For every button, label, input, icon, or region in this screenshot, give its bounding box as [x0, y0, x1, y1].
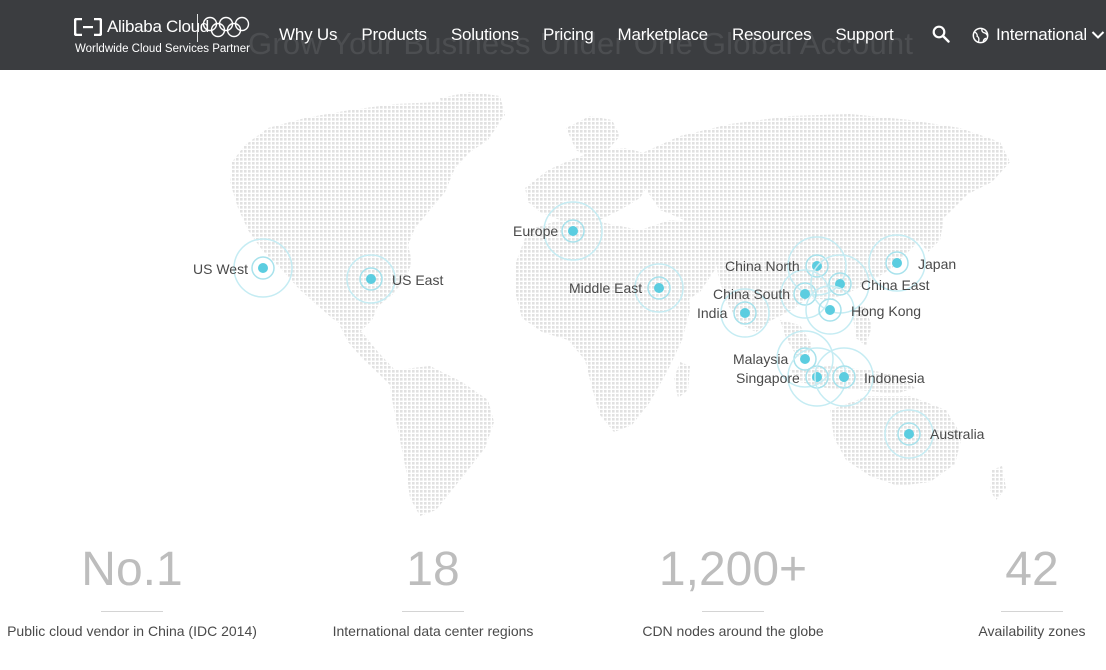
logo-divider	[197, 14, 198, 42]
stat-item: 1,200+ CDN nodes around the globe	[613, 540, 853, 639]
globe-icon	[972, 27, 989, 43]
nav-pricing[interactable]: Pricing	[543, 24, 594, 46]
search-icon[interactable]	[932, 25, 950, 43]
main-nav: Why Us Products Solutions Pricing Market…	[279, 24, 918, 46]
stats-section: No.1 Public cloud vendor in China (IDC 2…	[0, 540, 1106, 670]
logo-tagline: Worldwide Cloud Services Partner	[75, 43, 250, 55]
region-label-china-east[interactable]: China East	[861, 277, 929, 293]
stat-item: 42 Availability zones	[962, 540, 1102, 639]
stat-value: No.1	[81, 543, 183, 596]
world-map: US West US East Europe Middle East India…	[0, 70, 1106, 530]
stat-divider	[702, 611, 764, 612]
stat-label: Availability zones	[978, 623, 1086, 639]
region-label-singapore[interactable]: Singapore	[736, 370, 800, 386]
stat-item: 18 International data center regions	[308, 540, 558, 639]
language-selector[interactable]: International	[972, 24, 1105, 46]
region-label-middle-east[interactable]: Middle East	[569, 280, 642, 296]
nav-support[interactable]: Support	[835, 24, 893, 46]
nav-marketplace[interactable]: Marketplace	[618, 24, 709, 46]
nav-solutions[interactable]: Solutions	[451, 24, 519, 46]
page: Grow Your Business Under One Global Acco…	[0, 0, 1106, 670]
nav-resources[interactable]: Resources	[732, 24, 812, 46]
region-label-china-south[interactable]: China South	[713, 286, 790, 302]
nav-products[interactable]: Products	[361, 24, 427, 46]
stat-label: Public cloud vendor in China (IDC 2014)	[7, 623, 257, 639]
stat-divider	[101, 611, 163, 612]
top-nav-bar: Grow Your Business Under One Global Acco…	[0, 0, 1106, 70]
nav-why-us[interactable]: Why Us	[279, 24, 338, 46]
region-label-us-west[interactable]: US West	[193, 261, 248, 277]
stat-value: 18	[406, 543, 460, 596]
region-label-australia[interactable]: Australia	[930, 426, 984, 442]
region-label-hong-kong[interactable]: Hong Kong	[851, 303, 921, 319]
region-label-malaysia[interactable]: Malaysia	[733, 351, 788, 367]
dotted-world-map	[230, 92, 1010, 516]
chevron-down-icon	[1091, 31, 1105, 39]
stat-value: 42	[1005, 543, 1059, 596]
stat-value: 1,200+	[658, 543, 808, 596]
region-label-europe[interactable]: Europe	[513, 223, 558, 239]
stat-label: International data center regions	[332, 623, 534, 639]
stat-label: CDN nodes around the globe	[642, 623, 824, 639]
logo-brand-text: Alibaba Cloud	[107, 17, 209, 36]
region-label-china-north[interactable]: China North	[725, 258, 800, 274]
stat-divider	[1001, 611, 1063, 612]
stat-divider	[402, 611, 464, 612]
region-label-indonesia[interactable]: Indonesia	[864, 370, 925, 386]
language-label: International	[996, 25, 1087, 44]
region-label-india[interactable]: India	[697, 305, 727, 321]
region-label-us-east[interactable]: US East	[392, 272, 443, 288]
stat-item: No.1 Public cloud vendor in China (IDC 2…	[2, 540, 262, 639]
alibaba-cloud-logo[interactable]: Alibaba Cloud Worldwide Cloud Services P…	[74, 14, 254, 60]
olympic-rings-icon	[202, 16, 250, 38]
region-label-japan[interactable]: Japan	[918, 256, 956, 272]
alibaba-cloud-mark-icon	[74, 18, 102, 36]
